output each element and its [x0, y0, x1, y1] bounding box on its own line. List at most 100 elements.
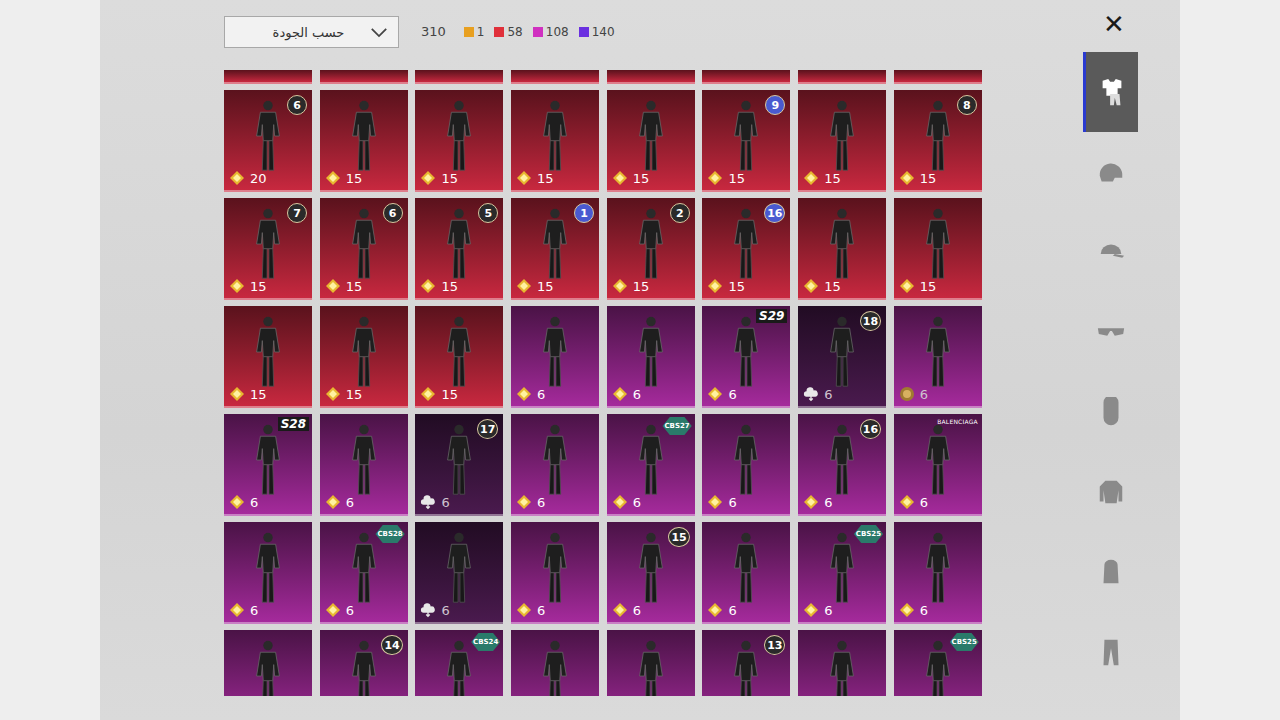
outfit-figure-icon [248, 206, 288, 282]
item-card[interactable]: 13 [702, 630, 790, 696]
item-cost: 15 [607, 170, 695, 190]
item-card[interactable]: 15 [224, 306, 312, 408]
item-card[interactable]: 6 [511, 414, 599, 516]
item-cost: 15 [415, 170, 503, 190]
item-card[interactable]: CBS25 [894, 630, 982, 696]
category-tab[interactable] [1083, 532, 1138, 612]
item-cost: 15 [511, 278, 599, 298]
outfit-figure-icon [822, 422, 862, 498]
item-card[interactable]: 15 [320, 90, 408, 192]
item-card[interactable]: 6 [224, 522, 312, 624]
item-cost-value: 6 [537, 495, 545, 510]
item-card[interactable] [511, 70, 599, 84]
item-card[interactable]: S29 6 [702, 306, 790, 408]
item-card[interactable]: 15 [415, 306, 503, 408]
outfit-figure-icon [248, 422, 288, 498]
item-card[interactable] [320, 70, 408, 84]
item-card[interactable]: 1 15 [511, 198, 599, 300]
item-card[interactable] [798, 70, 886, 84]
item-card[interactable]: 15 [320, 306, 408, 408]
item-card[interactable]: CBS24 [415, 630, 503, 696]
item-card[interactable]: 15 [415, 90, 503, 192]
outfit-figure-icon [439, 530, 479, 606]
item-card[interactable]: 15 [798, 90, 886, 192]
item-card[interactable]: CBS28 6 [320, 522, 408, 624]
item-card[interactable]: 6 [702, 414, 790, 516]
item-card[interactable] [702, 70, 790, 84]
outfit-figure-icon [822, 530, 862, 606]
item-card[interactable]: BALENCIAGA 6 [894, 414, 982, 516]
diamond-currency-icon [229, 386, 245, 402]
item-card[interactable]: 15 [607, 90, 695, 192]
diamond-currency-icon [516, 602, 532, 618]
item-card[interactable]: 5 15 [415, 198, 503, 300]
item-card[interactable]: 6 [415, 522, 503, 624]
outfit-figure-icon [344, 638, 384, 696]
item-card[interactable] [415, 70, 503, 84]
item-card[interactable] [224, 70, 312, 84]
item-card[interactable] [607, 630, 695, 696]
category-tab[interactable] [1083, 612, 1138, 692]
inventory-header: حسب الجودة 310 1 58 108 140 [224, 0, 1083, 70]
item-badge: BALENCIAGA [937, 418, 978, 425]
item-card[interactable] [511, 630, 599, 696]
item-card[interactable]: 2 15 [607, 198, 695, 300]
item-cost-value: 6 [728, 387, 736, 402]
item-badge: 17 [477, 419, 498, 439]
item-card[interactable]: 15 [798, 198, 886, 300]
item-card[interactable]: 17 6 [415, 414, 503, 516]
item-card[interactable]: 6 [607, 306, 695, 408]
item-badge: CBS25 [950, 633, 979, 651]
item-cost-value: 6 [537, 387, 545, 402]
close-button[interactable]: ✕ [1098, 8, 1130, 40]
item-card[interactable]: 16 6 [798, 414, 886, 516]
sort-dropdown[interactable]: حسب الجودة [224, 16, 399, 48]
quality-count: 1 [464, 16, 485, 48]
item-card[interactable]: 6 [702, 522, 790, 624]
item-card[interactable]: S28 6 [224, 414, 312, 516]
quality-count-value: 58 [507, 25, 522, 39]
item-cost: 6 [415, 602, 503, 622]
item-cost-value: 6 [824, 603, 832, 618]
item-card[interactable]: 14 [320, 630, 408, 696]
category-tab[interactable] [1083, 452, 1138, 532]
quality-count: 108 [533, 16, 569, 48]
item-card[interactable]: 8 15 [894, 90, 982, 192]
item-card[interactable]: 6 [511, 306, 599, 408]
category-tab[interactable] [1083, 292, 1138, 372]
item-card[interactable]: 9 15 [702, 90, 790, 192]
item-card[interactable]: 7 15 [224, 198, 312, 300]
total-count: 310 [421, 16, 446, 48]
diamond-currency-icon [229, 494, 245, 510]
item-card[interactable] [224, 630, 312, 696]
category-tab[interactable] [1083, 52, 1138, 132]
item-card[interactable]: 16 15 [702, 198, 790, 300]
item-card[interactable]: CBS25 6 [798, 522, 886, 624]
item-card[interactable]: 18 6 [798, 306, 886, 408]
item-card[interactable]: 6 [320, 414, 408, 516]
item-card[interactable]: 6 20 [224, 90, 312, 192]
item-badge: 16 [860, 419, 881, 439]
item-card[interactable]: 15 [894, 198, 982, 300]
item-card[interactable]: 6 [511, 522, 599, 624]
item-card[interactable] [607, 70, 695, 84]
item-card[interactable] [894, 70, 982, 84]
item-card[interactable]: CBS27 6 [607, 414, 695, 516]
item-card[interactable]: 6 15 [320, 198, 408, 300]
item-card[interactable]: 6 [894, 306, 982, 408]
category-tab[interactable] [1083, 132, 1138, 212]
category-tab[interactable] [1083, 212, 1138, 292]
item-card[interactable]: 15 [511, 90, 599, 192]
diamond-currency-icon [707, 602, 723, 618]
item-cost: 6 [798, 386, 886, 406]
outfit-figure-icon [344, 98, 384, 174]
item-card[interactable]: 15 6 [607, 522, 695, 624]
item-badge: CBS24 [471, 633, 500, 651]
item-card[interactable]: 6 [894, 522, 982, 624]
item-grid[interactable]: 6 20 15 15 15 15 9 15 15 8 15 7 15 6 15 … [224, 70, 984, 696]
item-cost-value: 6 [346, 603, 354, 618]
pants-icon [1096, 637, 1126, 667]
item-card[interactable] [798, 630, 886, 696]
category-tab[interactable] [1083, 372, 1138, 452]
cap-icon [1096, 237, 1126, 267]
